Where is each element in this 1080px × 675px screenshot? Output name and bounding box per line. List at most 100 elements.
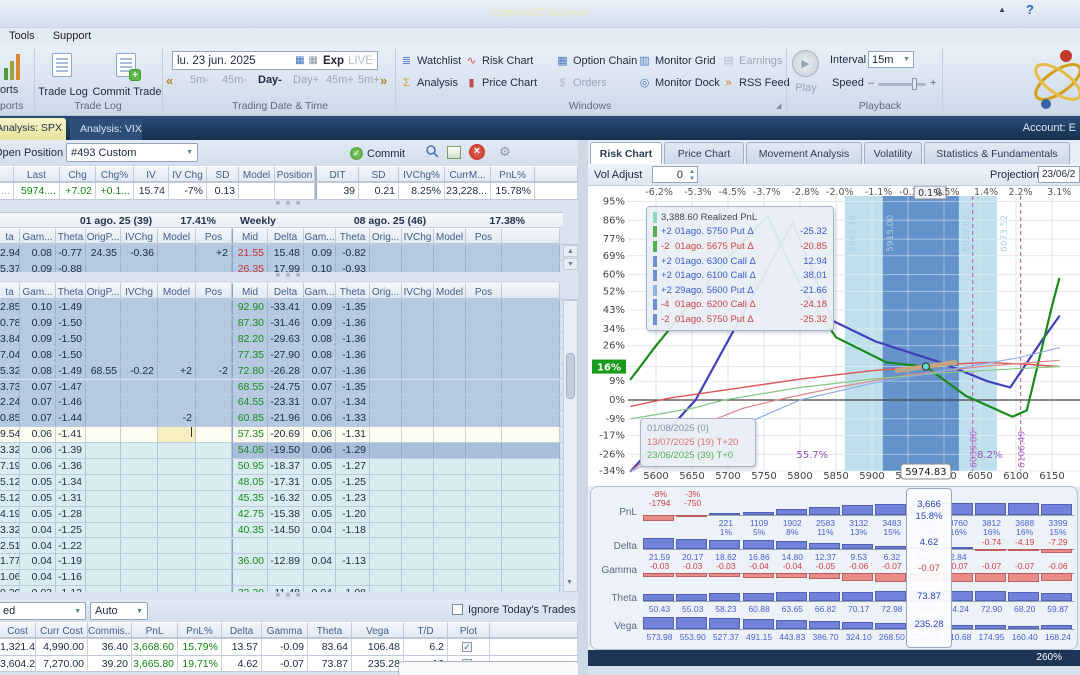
cell[interactable] [370, 315, 402, 331]
cell[interactable] [86, 554, 121, 570]
cell[interactable] [268, 538, 304, 554]
cell[interactable] [304, 570, 336, 586]
tab-price-chart[interactable]: Price Chart [664, 142, 744, 164]
cell[interactable] [370, 427, 402, 443]
cell[interactable]: 0.06 [304, 443, 336, 458]
cell[interactable] [121, 490, 158, 506]
cell[interactable] [502, 379, 560, 395]
cell[interactable]: 5.12 [0, 490, 20, 506]
cell[interactable]: +0.1... [96, 183, 134, 199]
ignore-trades-checkbox[interactable] [452, 604, 463, 615]
cell[interactable] [121, 395, 158, 411]
cell[interactable] [434, 395, 466, 411]
cell[interactable] [466, 347, 502, 363]
cell[interactable]: 73.87 [308, 655, 352, 671]
cell[interactable] [121, 522, 158, 538]
window-button-monitor-grid[interactable]: ▥ Monitor Grid [638, 52, 715, 69]
cell[interactable] [370, 331, 402, 347]
cell[interactable]: -1.47 [56, 379, 86, 395]
cell[interactable] [239, 183, 275, 199]
window-button-price-chart[interactable]: ▮ Price Chart [465, 74, 537, 91]
cell[interactable]: 0.07 [20, 411, 56, 427]
cell[interactable] [402, 347, 434, 363]
cell[interactable]: -1.25 [56, 522, 86, 538]
cell[interactable] [121, 538, 158, 554]
cell[interactable]: 21.55 [232, 245, 268, 260]
cell[interactable] [158, 490, 196, 506]
cell[interactable] [121, 261, 158, 272]
cell[interactable]: 19.71% [178, 655, 222, 671]
cell[interactable] [196, 300, 232, 315]
cell[interactable]: -31.46 [268, 315, 304, 331]
speed-slider-thumb[interactable] [912, 78, 917, 90]
trading-date-field[interactable]: lu. 23 jun. 2025 ▦ ▦ Exp LIVE [172, 51, 378, 70]
cell[interactable] [402, 245, 434, 260]
cell[interactable] [434, 554, 466, 570]
cell[interactable]: 7.19 [0, 459, 20, 474]
splitter-handle[interactable]: ■ ■ ■ [0, 592, 578, 600]
cell[interactable]: 4.62 [222, 655, 262, 671]
cell[interactable] [121, 411, 158, 427]
cell[interactable]: -18.37 [268, 459, 304, 474]
cell[interactable] [466, 315, 502, 331]
cell[interactable] [466, 363, 502, 379]
cell[interactable]: -1.36 [56, 459, 86, 474]
cell[interactable]: 0.07 [20, 395, 56, 411]
cell[interactable]: 72.80 [232, 363, 268, 379]
cell[interactable]: 3,668.60 [132, 639, 178, 655]
window-button-risk-chart[interactable]: ∿ Risk Chart [465, 52, 533, 69]
cell[interactable] [86, 474, 121, 490]
cell[interactable]: 50.95 [232, 459, 268, 474]
cell[interactable]: 0.04 [20, 570, 56, 586]
cell[interactable] [121, 474, 158, 490]
cell[interactable]: -1.44 [56, 411, 86, 427]
speed-plus[interactable]: + [930, 77, 936, 89]
cell[interactable]: 15.74 [134, 183, 169, 199]
menu-tools[interactable]: Tools [0, 28, 44, 42]
cell[interactable] [535, 183, 578, 199]
cell[interactable]: 1,321.40 [0, 639, 36, 655]
cell[interactable]: -20.69 [268, 427, 304, 443]
cell[interactable] [434, 474, 466, 490]
cell[interactable]: 68.55 [232, 379, 268, 395]
cell[interactable]: +2 [196, 245, 232, 260]
cell[interactable]: -1.31 [336, 427, 370, 443]
cell[interactable]: 6.2 [404, 639, 448, 655]
cell[interactable] [466, 459, 502, 474]
plot-checkbox[interactable]: ✓ [448, 639, 490, 655]
cell[interactable]: -33.41 [268, 300, 304, 315]
cell[interactable] [434, 538, 466, 554]
cell[interactable] [502, 474, 560, 490]
cell[interactable]: 0.05 [304, 490, 336, 506]
cell[interactable] [466, 395, 502, 411]
cell[interactable]: 3,665.80 [132, 655, 178, 671]
cell[interactable] [502, 522, 560, 538]
cell[interactable] [196, 347, 232, 363]
calendar-icon[interactable]: ▦ [295, 55, 304, 66]
cell[interactable]: 5974.... [14, 183, 60, 199]
cell[interactable]: 48.05 [232, 474, 268, 490]
cell[interactable] [268, 570, 304, 586]
cell[interactable]: 0.07 [304, 379, 336, 395]
cell[interactable] [275, 183, 315, 199]
cell[interactable]: 0.06 [20, 427, 56, 443]
cell[interactable] [466, 538, 502, 554]
projection-date-field[interactable]: 23/06/2 [1038, 166, 1080, 183]
cell[interactable] [370, 395, 402, 411]
cell[interactable]: -1.35 [336, 379, 370, 395]
cell[interactable]: 0.06 [304, 427, 336, 443]
cell[interactable]: 13.57 [222, 639, 262, 655]
cell[interactable]: 0.05 [20, 474, 56, 490]
cell[interactable] [434, 347, 466, 363]
scrollbar-thumb[interactable] [566, 353, 575, 399]
cell[interactable] [402, 474, 434, 490]
option-row[interactable]: 0.85 0.07 -1.44 -2 60.85 -21.96 0.06 -1.33 [0, 411, 578, 428]
cell[interactable]: -1.22 [56, 538, 86, 554]
option-row[interactable]: 3.84 0.09 -1.50 82.20 -29.63 0.08 -1.36 [0, 331, 578, 348]
option-row[interactable]: 2.24 0.07 -1.46 64.55 -23.31 0.07 -1.34 [0, 395, 578, 412]
cell[interactable] [86, 459, 121, 474]
cell[interactable]: -1.34 [336, 395, 370, 411]
option-row[interactable]: 7.04 0.08 -1.50 77.35 -27.90 0.08 -1.36 [0, 347, 578, 364]
cell[interactable] [121, 300, 158, 315]
cell[interactable] [121, 315, 158, 331]
